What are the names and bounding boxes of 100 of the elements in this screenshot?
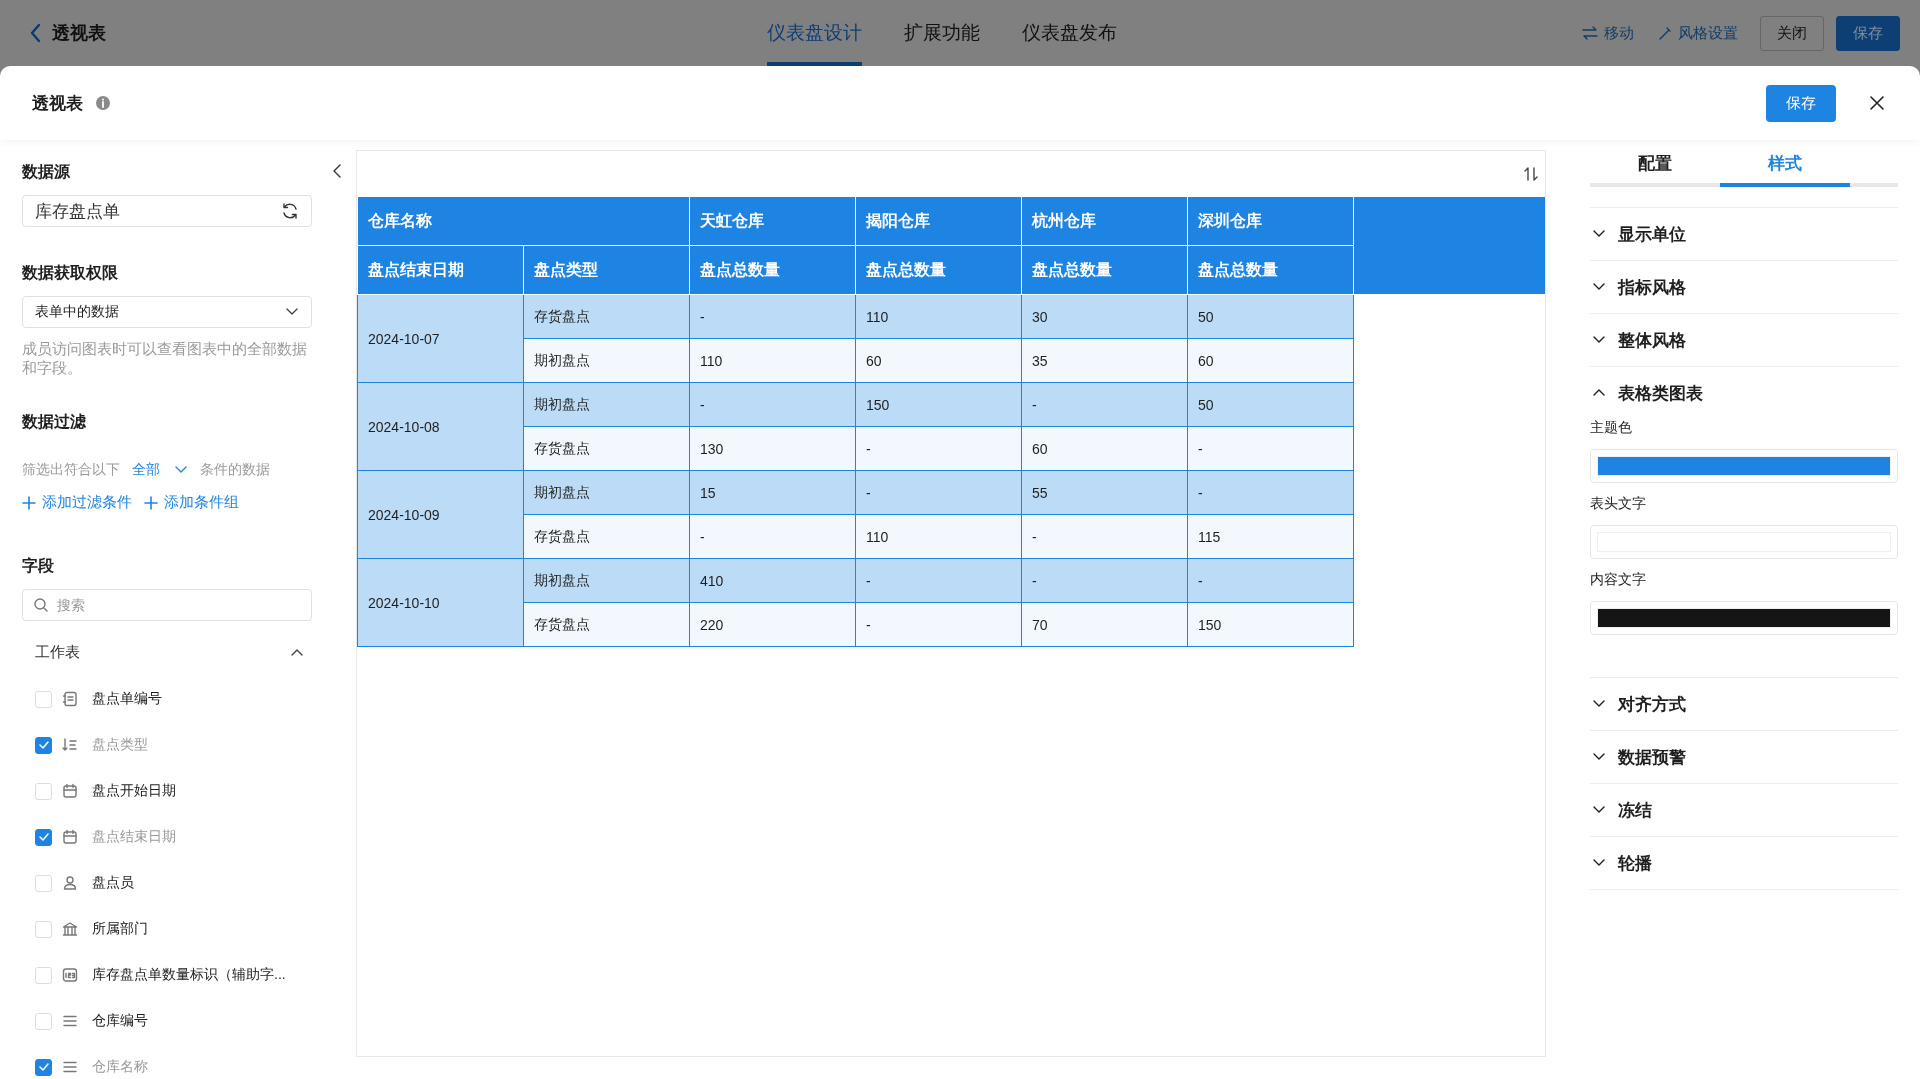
- header-cell: 深圳仓库: [1187, 197, 1354, 246]
- table-cell: 50: [1187, 382, 1354, 427]
- panel-tab[interactable]: 样式: [1720, 146, 1850, 187]
- field-item[interactable]: 库存盘点单数量标识（辅助字...: [22, 952, 312, 998]
- table-cell: -: [1187, 558, 1354, 603]
- table-cell: 30: [1021, 294, 1188, 339]
- section-header[interactable]: 整体风格: [1590, 314, 1898, 366]
- table-cell: -: [689, 294, 856, 339]
- table-cell: 220: [689, 602, 856, 647]
- table-cell: -: [855, 558, 1022, 603]
- section-header[interactable]: 指标风格: [1590, 261, 1898, 313]
- table-cell: -: [689, 514, 856, 559]
- checkbox[interactable]: [35, 828, 52, 846]
- document-icon: [62, 691, 78, 707]
- section-heading: 数据获取权限: [22, 263, 119, 283]
- header-cell: 仓库名称: [357, 197, 690, 246]
- field-item[interactable]: 所属部门: [22, 906, 312, 952]
- table-cell: -: [1187, 426, 1354, 471]
- table-cell: -: [1021, 514, 1188, 559]
- date-cell: 2024-10-09: [357, 470, 524, 559]
- section-header[interactable]: 冻结: [1590, 784, 1898, 836]
- table-cell: -: [855, 426, 1022, 471]
- section-header[interactable]: 表格类图表: [1590, 367, 1898, 419]
- nav-tab[interactable]: 扩展功能: [904, 0, 980, 66]
- table-cell: 150: [1187, 602, 1354, 647]
- checkbox[interactable]: [35, 1058, 52, 1076]
- permission-dropdown[interactable]: 表单中的数据: [22, 296, 312, 328]
- section-heading: 字段: [22, 556, 55, 576]
- color-picker[interactable]: [1590, 449, 1898, 483]
- search-field[interactable]: 搜索: [22, 589, 312, 621]
- table-cell: 50: [1187, 294, 1354, 339]
- panel-tab[interactable]: 配置: [1590, 146, 1720, 187]
- filter-text: 筛选出符合以下: [22, 461, 120, 479]
- field-item[interactable]: 盘点开始日期: [22, 768, 312, 814]
- table-cell: 60: [1187, 338, 1354, 383]
- filter-mode-dropdown[interactable]: 全部: [132, 461, 188, 479]
- field-item[interactable]: 盘点员: [22, 860, 312, 906]
- calendar-icon: [62, 783, 78, 799]
- color-picker[interactable]: [1590, 601, 1898, 635]
- field-item[interactable]: 盘点单编号: [22, 676, 312, 722]
- data-source-field[interactable]: 库存盘点单: [22, 195, 312, 227]
- group-header[interactable]: 工作表: [35, 643, 304, 662]
- dialog-title: 透视表: [32, 92, 83, 115]
- chevron-left-icon: [332, 164, 342, 178]
- text-lines-icon: [62, 1059, 78, 1075]
- building-icon: [62, 921, 78, 937]
- table-cell: 60: [1021, 426, 1188, 471]
- text-lines-icon: [62, 1013, 78, 1029]
- table-cell: 110: [855, 514, 1022, 559]
- table-cell: 110: [689, 338, 856, 383]
- table-cell: 150: [855, 382, 1022, 427]
- table-cell: -: [855, 470, 1022, 515]
- add-link[interactable]: 添加条件组: [144, 493, 239, 512]
- section-heading: 数据源: [22, 162, 71, 182]
- section-header[interactable]: 轮播: [1590, 837, 1898, 889]
- table-cell: 60: [855, 338, 1022, 383]
- close-icon: [1870, 96, 1884, 110]
- info-icon: [95, 95, 111, 111]
- header-cell: 天虹仓库: [689, 197, 856, 246]
- field-label: 主题色: [1590, 419, 1633, 437]
- back-link[interactable]: 透视表: [30, 21, 106, 45]
- person-icon: [62, 875, 78, 891]
- table-cell: -: [1021, 558, 1188, 603]
- add-link[interactable]: 添加过滤条件: [22, 493, 132, 512]
- table-cell: 410: [689, 558, 856, 603]
- header-cell: 揭阳仓库: [855, 197, 1022, 246]
- table-cell: 期初盘点: [523, 338, 690, 383]
- date-cell: 2024-10-10: [357, 558, 524, 647]
- check-icon: [38, 833, 49, 841]
- field-item[interactable]: 仓库编号: [22, 998, 312, 1044]
- table-cell: 存货盘点: [523, 294, 690, 339]
- field-label: 内容文字: [1590, 571, 1647, 589]
- checkbox[interactable]: [35, 736, 52, 754]
- header-cell: 盘点类型: [523, 245, 690, 295]
- swap-vertical-icon: [1523, 166, 1539, 182]
- table-cell: 70: [1021, 602, 1188, 647]
- plus-icon: [22, 495, 36, 510]
- check-icon: [38, 741, 49, 749]
- nav-tab[interactable]: 仪表盘发布: [1022, 0, 1117, 66]
- header-cell: 盘点结束日期: [357, 245, 524, 295]
- wand-icon: [1658, 26, 1672, 40]
- field-label: 表头文字: [1590, 495, 1647, 513]
- calendar-icon: [62, 829, 78, 845]
- table-cell: 55: [1021, 470, 1188, 515]
- section-header[interactable]: 对齐方式: [1590, 678, 1898, 730]
- table-cell: 存货盘点: [523, 514, 690, 559]
- table-cell: -: [689, 382, 856, 427]
- header-cell: 盘点总数量: [1021, 245, 1188, 295]
- date-cell: 2024-10-08: [357, 382, 524, 471]
- table-cell: 存货盘点: [523, 426, 690, 471]
- swap-icon: [1582, 26, 1598, 40]
- table-cell: 115: [1187, 514, 1354, 559]
- back-icon: [30, 23, 42, 43]
- section-heading: 数据过滤: [22, 412, 87, 432]
- section-header[interactable]: 显示单位: [1590, 208, 1898, 260]
- color-picker[interactable]: [1590, 525, 1898, 559]
- table-cell: 110: [855, 294, 1022, 339]
- save-button[interactable]: 保存: [1766, 84, 1836, 122]
- section-header[interactable]: 数据预警: [1590, 731, 1898, 783]
- close-button[interactable]: 关闭: [1760, 15, 1824, 51]
